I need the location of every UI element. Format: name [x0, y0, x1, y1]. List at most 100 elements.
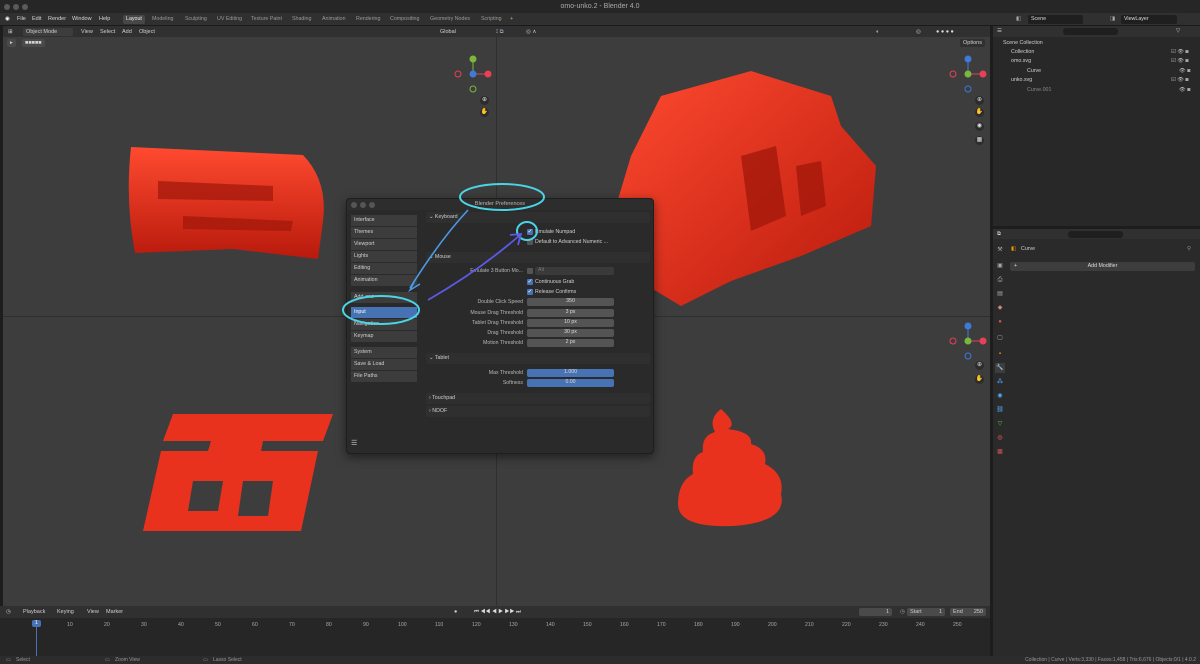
snap-icon[interactable]: ⟟ ⧉	[493, 28, 507, 36]
hand-pan-icon[interactable]: ✋	[480, 108, 489, 117]
menu-select[interactable]: Select	[97, 28, 118, 36]
particles-tab-icon[interactable]: ⁂	[995, 377, 1005, 387]
outliner-omo-svg[interactable]: omo.svg	[1011, 58, 1031, 64]
close-window-button[interactable]	[4, 3, 10, 10]
transform-orientation[interactable]: Global	[437, 28, 459, 36]
select-tool-icon[interactable]: ▸	[7, 38, 16, 47]
object-tab-icon[interactable]: ▪	[995, 349, 1005, 359]
playhead-marker[interactable]: 1	[32, 620, 41, 627]
tab-layout[interactable]: Layout	[123, 15, 145, 24]
unko-flat-object[interactable]	[673, 404, 788, 529]
section-ndof[interactable]: › NDOF	[426, 406, 650, 417]
material-tab-icon[interactable]: ◍	[995, 433, 1005, 443]
physics-tab-icon[interactable]: ◉	[995, 391, 1005, 401]
visibility-icon[interactable]: ◐	[873, 28, 882, 36]
world-tab-icon[interactable]: ●	[995, 317, 1005, 327]
zoom-icon[interactable]: ⊕	[480, 96, 489, 105]
menu-object[interactable]: Object	[136, 28, 158, 36]
navigation-gizmo-lower[interactable]	[948, 321, 988, 361]
menu-playback[interactable]: Playback	[20, 608, 48, 616]
zoom-icon-right[interactable]: ⊕	[975, 96, 984, 105]
omo-text-object-left[interactable]	[123, 141, 333, 276]
zoom-icon-lower[interactable]: ⊕	[975, 361, 984, 370]
timeline-editor-icon[interactable]: ◷	[3, 608, 14, 616]
outliner-curve-001[interactable]: Curve.001	[1027, 87, 1051, 93]
section-tablet[interactable]: ⌄ Tablet	[426, 353, 650, 364]
menu-timeline-view[interactable]: View	[84, 608, 102, 616]
visibility-toggles-icon[interactable]: ☑ 👁 ◙	[1171, 49, 1189, 55]
shading-modes-icon[interactable]: ● ● ● ●	[933, 28, 957, 36]
playback-controls[interactable]: ⏮ ◀◀ ◀ ▶ ▶▶ ⏭	[471, 608, 524, 616]
motion-threshold-field[interactable]: 2 px	[527, 339, 614, 347]
visibility-toggles-icon-curve001[interactable]: 👁 ◙	[1179, 87, 1190, 93]
blender-logo-icon[interactable]: ◉	[5, 16, 10, 22]
collection-tab-icon[interactable]: ▢	[995, 333, 1005, 343]
view-layer-icon[interactable]: ◨	[1110, 16, 1115, 22]
tool-tab-icon[interactable]: ⚒	[995, 245, 1005, 255]
modifier-tab-icon[interactable]: 🔧	[995, 363, 1005, 373]
editor-type-icon[interactable]: ⊞	[5, 28, 16, 36]
render-tab-icon[interactable]: ▣	[995, 261, 1005, 271]
scene-collection-label[interactable]: Scene Collection	[1003, 40, 1043, 46]
menu-render[interactable]: Render	[48, 16, 66, 22]
hand-pan-icon-right[interactable]: ✋	[975, 108, 984, 117]
data-tab-icon[interactable]: ▽	[995, 419, 1005, 429]
options-dropdown[interactable]: Options	[960, 38, 985, 47]
visibility-toggles-icon-curve[interactable]: 👁 ◙	[1179, 68, 1190, 74]
category-save-load[interactable]: Save & Load	[351, 359, 417, 370]
menu-file[interactable]: File	[17, 16, 26, 22]
visibility-toggles-icon-omo[interactable]: ☑ 👁 ◙	[1171, 58, 1189, 64]
menu-help[interactable]: Help	[99, 16, 110, 22]
minimize-window-button[interactable]	[13, 3, 19, 10]
tab-geometry-nodes[interactable]: Geometry Nodes	[427, 15, 473, 24]
navigation-gizmo-right[interactable]	[948, 54, 988, 94]
scene-selector[interactable]: Scene	[1028, 15, 1083, 24]
tab-compositing[interactable]: Compositing	[387, 15, 422, 24]
menu-view[interactable]: View	[78, 28, 96, 36]
softness-slider[interactable]: 0.00	[527, 379, 614, 387]
category-system[interactable]: System	[351, 347, 417, 358]
filter-icon[interactable]: ▽	[1176, 28, 1180, 34]
tab-rendering[interactable]: Rendering	[353, 15, 383, 24]
omo-flat-object[interactable]	[133, 406, 343, 541]
section-touchpad[interactable]: › Touchpad	[426, 393, 650, 404]
record-icon[interactable]: ●	[451, 608, 460, 616]
max-threshold-slider[interactable]: 1.000	[527, 369, 614, 377]
overlay-icon[interactable]: ◎	[913, 28, 924, 36]
hamburger-menu-icon[interactable]: ☰	[351, 439, 357, 447]
menu-add[interactable]: Add	[119, 28, 135, 36]
add-modifier-button[interactable]: + Add Modifier	[1010, 262, 1195, 271]
tab-scripting[interactable]: Scripting	[478, 15, 505, 24]
camera-icon[interactable]: ◉	[975, 122, 984, 131]
navigation-gizmo-left[interactable]	[453, 54, 493, 94]
tab-texture-paint[interactable]: Texture Paint	[248, 15, 285, 24]
outliner-search-input[interactable]	[1063, 28, 1118, 35]
proportional-edit-icon[interactable]: ◎ ∧	[523, 28, 539, 36]
selection-mode-icons[interactable]: ■■■■■	[22, 38, 45, 47]
scene-icon[interactable]: ◧	[1016, 16, 1021, 22]
constraints-tab-icon[interactable]: ⛓	[995, 405, 1005, 415]
visibility-toggles-icon-unko[interactable]: ☑ 👁 ◙	[1171, 77, 1189, 83]
tab-animation[interactable]: Animation	[319, 15, 349, 24]
menu-window[interactable]: Window	[72, 16, 92, 22]
outliner-editor-icon[interactable]: ☰	[997, 28, 1002, 34]
tab-sculpting[interactable]: Sculpting	[182, 15, 210, 24]
grid-view-icon[interactable]: ▦	[975, 136, 984, 145]
menu-marker[interactable]: Marker	[103, 608, 126, 616]
start-frame-field[interactable]: Start 1	[907, 607, 945, 616]
zoom-window-button[interactable]	[22, 3, 28, 10]
texture-tab-icon[interactable]: ▩	[995, 447, 1005, 457]
drag-threshold-field[interactable]: 30 px	[527, 329, 614, 337]
view-layer-tab-icon[interactable]: ▤	[995, 289, 1005, 299]
menu-edit[interactable]: Edit	[32, 16, 41, 22]
pin-icon[interactable]: ⚲	[1187, 246, 1191, 252]
properties-editor-icon[interactable]: ⧉	[997, 231, 1001, 238]
outliner-unko-svg[interactable]: unko.svg	[1011, 77, 1032, 83]
outliner-collection[interactable]: Collection	[1011, 49, 1034, 55]
outliner-curve[interactable]: Curve	[1027, 68, 1041, 74]
output-tab-icon[interactable]: ⎙	[995, 275, 1005, 285]
view-layer-selector[interactable]: ViewLayer	[1121, 15, 1177, 24]
scene-tab-icon[interactable]: ◆	[995, 303, 1005, 313]
tab-modeling[interactable]: Modeling	[149, 15, 177, 24]
menu-keying[interactable]: Keying	[54, 608, 77, 616]
